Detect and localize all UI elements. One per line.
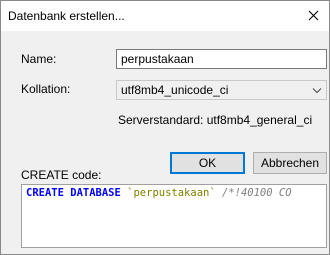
close-icon: [308, 10, 318, 20]
sql-comment: /*!40100 CO: [222, 187, 292, 199]
dialog-title: Datenbank erstellen...: [8, 9, 125, 23]
ok-button[interactable]: OK: [170, 152, 245, 174]
name-input[interactable]: perpustakaan: [116, 49, 327, 69]
collation-label: Kollation:: [21, 82, 71, 96]
server-default-text: Serverstandard: utf8mb4_general_ci: [118, 113, 313, 127]
chevron-down-icon: [312, 88, 322, 94]
sql-identifier: `perpustakaan`: [127, 187, 216, 199]
create-code-label: CREATE code:: [21, 168, 102, 182]
collation-value: utf8mb4_unicode_ci: [121, 83, 229, 97]
cancel-button[interactable]: Abbrechen: [253, 152, 327, 174]
title-bar: Datenbank erstellen...: [1, 1, 329, 31]
collation-select[interactable]: utf8mb4_unicode_ci: [116, 80, 327, 100]
create-code-editor[interactable]: CREATE DATABASE `perpustakaan` /*!40100 …: [21, 184, 327, 248]
sql-keyword: CREATE DATABASE: [26, 187, 121, 199]
name-label: Name:: [21, 52, 57, 66]
close-button[interactable]: [301, 3, 325, 27]
create-database-dialog: Datenbank erstellen... Name: perpustakaa…: [0, 0, 330, 255]
